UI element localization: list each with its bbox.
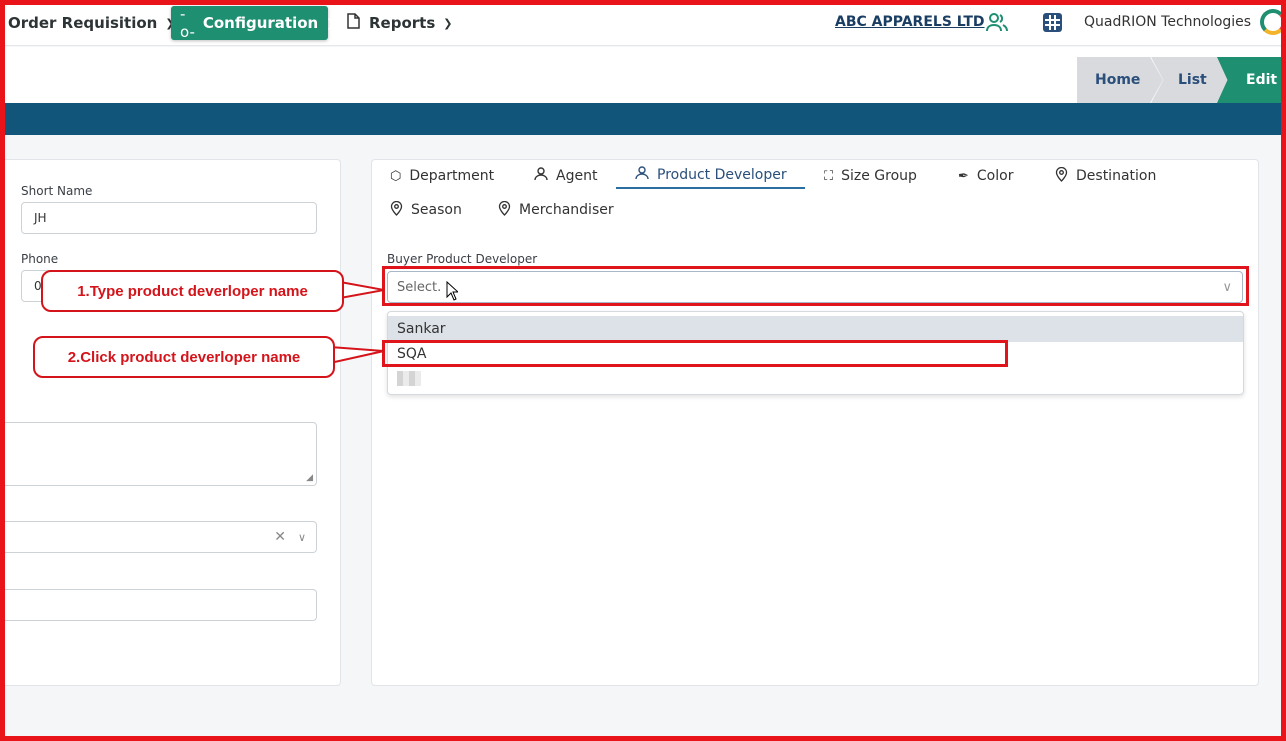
- tab-department[interactable]: ⬡ Department: [390, 163, 494, 189]
- highlight-box-option: [382, 340, 1008, 367]
- callout-step-1: 1.Type product deverloper name: [41, 270, 344, 312]
- dropdown-option-sankar[interactable]: Sankar: [388, 316, 1243, 342]
- left-select[interactable]: ✕ ∨: [0, 521, 317, 553]
- callout-step-2: 2.Click product deverloper name: [33, 336, 335, 378]
- tab-color-label: Color: [976, 168, 1014, 184]
- nav-reports[interactable]: Reports ❯: [347, 6, 452, 40]
- company-link[interactable]: ABC APPARELS LTD: [835, 14, 985, 30]
- breadcrumb-home[interactable]: Home: [1077, 57, 1163, 103]
- chevron-down-icon: ❯: [326, 16, 336, 30]
- tab-color[interactable]: ✒ Color: [958, 163, 1013, 189]
- left-bottom-input[interactable]: [0, 589, 317, 621]
- feather-icon: ✒: [958, 168, 969, 184]
- address-textarea[interactable]: ◢: [0, 422, 317, 486]
- map-pin-icon: [390, 200, 403, 220]
- users-icon[interactable]: [985, 12, 1009, 34]
- nav-configuration-label: Configuration: [202, 14, 319, 32]
- tab-agent-label: Agent: [556, 168, 598, 184]
- cube-icon: ⬡: [390, 168, 402, 184]
- page-header-band: [0, 103, 1286, 135]
- user-icon: [534, 167, 548, 185]
- tab-merchandiser-label: Merchandiser: [519, 202, 614, 218]
- breadcrumb: Home List Edit: [0, 47, 1286, 103]
- chevron-down-icon: ❯: [443, 16, 453, 30]
- tab-department-label: Department: [409, 168, 495, 184]
- commit-icon: -o-: [180, 5, 195, 41]
- buyer-product-developer-label: Buyer Product Developer: [387, 252, 538, 266]
- map-pin-icon: [498, 200, 511, 220]
- organization-name[interactable]: QuadRION Technologies: [1084, 14, 1251, 30]
- callout-pointer-2: [330, 346, 384, 364]
- tab-merchandiser[interactable]: Merchandiser: [498, 197, 614, 223]
- map-pin-icon: [1055, 166, 1068, 186]
- blurred-option[interactable]: [397, 371, 421, 386]
- short-name-input[interactable]: JH: [21, 202, 317, 234]
- user-icon: [635, 166, 649, 184]
- tab-agent[interactable]: Agent: [534, 163, 597, 189]
- top-navbar: Order Requisition ❯ -o- Configuration ❯ …: [0, 0, 1286, 46]
- nav-reports-label: Reports: [369, 14, 436, 32]
- expand-icon: ⛶: [824, 168, 834, 184]
- tab-season-label: Season: [411, 202, 462, 218]
- nav-order-requisition[interactable]: Order Requisition ❯: [8, 6, 175, 40]
- tab-destination[interactable]: Destination: [1055, 163, 1156, 189]
- tab-size-group[interactable]: ⛶ Size Group: [824, 163, 917, 189]
- callout-pointer-1: [340, 281, 384, 299]
- grid-icon[interactable]: [1043, 13, 1062, 32]
- nav-configuration[interactable]: -o- Configuration ❯: [171, 5, 335, 41]
- tab-size-group-label: Size Group: [841, 168, 917, 184]
- configuration-tabs-panel: [371, 159, 1259, 686]
- short-name-label: Short Name: [21, 184, 93, 198]
- chevron-down-icon[interactable]: ∨: [298, 531, 306, 544]
- tab-season[interactable]: Season: [390, 197, 462, 223]
- tab-product-developer[interactable]: Product Developer: [616, 163, 805, 189]
- phone-label: Phone: [21, 252, 59, 266]
- clear-icon[interactable]: ✕: [274, 529, 286, 545]
- resize-grip-icon: ◢: [306, 473, 313, 483]
- file-icon: [347, 13, 360, 33]
- tab-destination-label: Destination: [1076, 168, 1157, 184]
- highlight-box-select: [382, 266, 1249, 306]
- tab-product-developer-label: Product Developer: [657, 167, 787, 183]
- nav-order-requisition-label: Order Requisition: [8, 14, 158, 32]
